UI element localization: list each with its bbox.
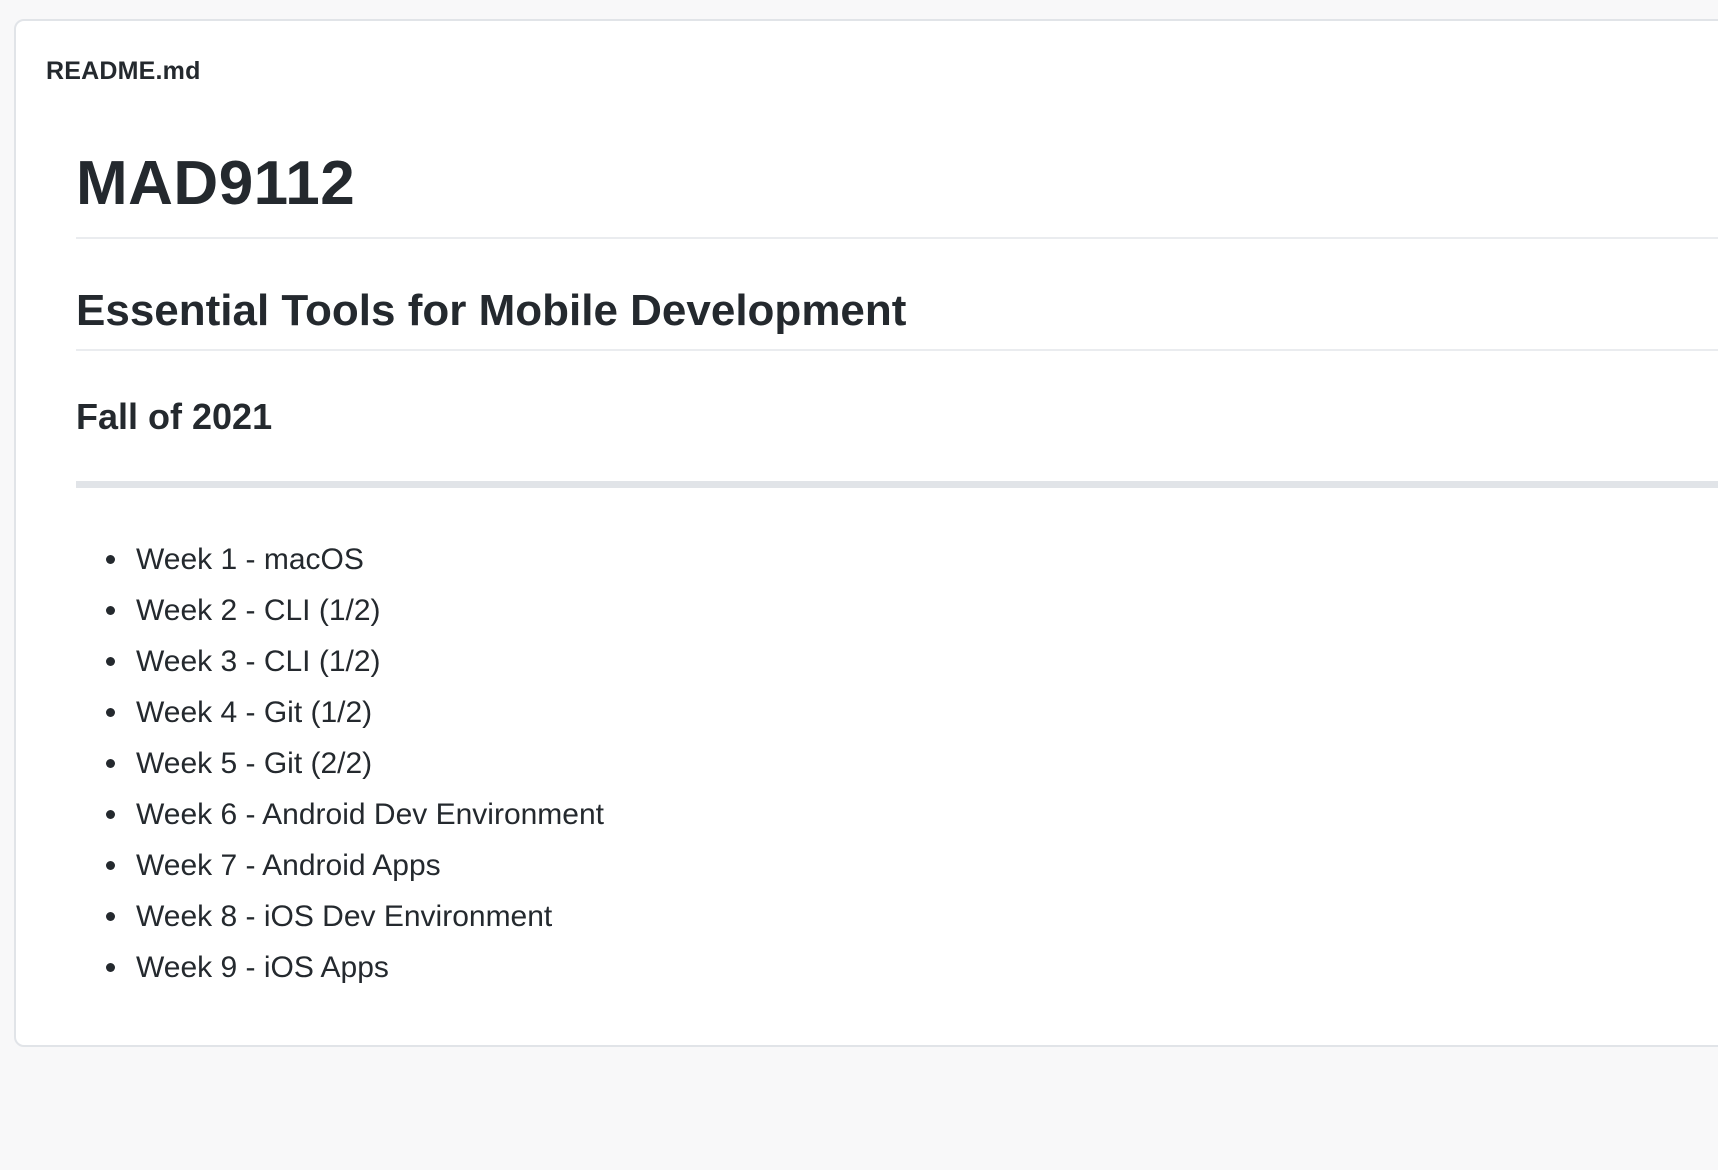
list-item: Week 8 - iOS Dev Environment: [76, 891, 1718, 942]
week-label: Week 4 - Git (1/2): [136, 696, 373, 729]
list-item: Week 6 - Android Dev Environment: [76, 789, 1718, 840]
horizontal-rule: [76, 481, 1718, 488]
list-item: Week 2 - CLI (1/2): [76, 585, 1718, 636]
list-item: Week 9 - iOS Apps: [76, 942, 1718, 993]
list-item: Week 7 - Android Apps: [76, 840, 1718, 891]
week-label: Week 8 - iOS Dev Environment: [136, 900, 553, 933]
list-item: Week 5 - Git (2/2): [76, 738, 1718, 789]
bullet-icon: [106, 657, 115, 666]
list-item: Week 3 - CLI (1/2): [76, 636, 1718, 687]
week-label: Week 3 - CLI (1/2): [136, 645, 381, 678]
bullet-icon: [106, 759, 115, 768]
bullet-icon: [106, 810, 115, 819]
week-label: Week 5 - Git (2/2): [136, 747, 373, 780]
readme-content: MAD9112 Essential Tools for Mobile Devel…: [76, 153, 1718, 993]
week-label: Week 1 - macOS: [136, 543, 364, 576]
bullet-icon: [106, 555, 115, 564]
bullet-icon: [106, 606, 115, 615]
list-item: Week 1 - macOS: [76, 534, 1718, 585]
week-label: Week 6 - Android Dev Environment: [136, 798, 605, 831]
week-label: Week 7 - Android Apps: [136, 849, 441, 882]
bullet-icon: [106, 708, 115, 717]
readme-panel: README.md MAD9112 Essential Tools for Mo…: [14, 19, 1718, 1047]
bullet-icon: [106, 912, 115, 921]
course-subtitle: Essential Tools for Mobile Development: [76, 289, 1718, 351]
list-item: Week 4 - Git (1/2): [76, 687, 1718, 738]
bullet-icon: [106, 963, 115, 972]
week-list: Week 1 - macOS Week 2 - CLI (1/2) Week 3…: [76, 534, 1718, 993]
term-heading: Fall of 2021: [76, 396, 273, 437]
week-label: Week 2 - CLI (1/2): [136, 594, 381, 627]
week-label: Week 9 - iOS Apps: [136, 951, 389, 984]
bullet-icon: [106, 861, 115, 870]
page-title: MAD9112: [76, 153, 1718, 239]
readme-filename[interactable]: README.md: [46, 57, 201, 86]
